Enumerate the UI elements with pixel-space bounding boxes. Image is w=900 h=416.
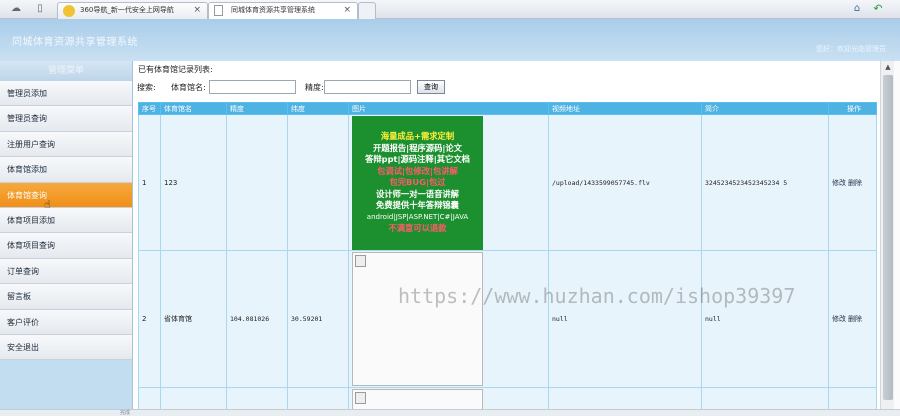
status-text: 完成: [120, 410, 131, 416]
cell-name: 省体育馆: [160, 250, 227, 388]
cell-video: null: [548, 250, 702, 388]
sidebar: 管理菜单 管理员添加 管理员查询 注册用户查询 体育馆添加 体育馆查询 ☝ 体育…: [0, 61, 133, 416]
col-header-lng: 精度: [226, 102, 288, 115]
broken-image-icon: [355, 392, 366, 404]
broken-image: [352, 252, 483, 386]
ad-line: 答辩ppt|源码注释|其它文档: [365, 154, 470, 165]
delete-link[interactable]: 删除: [848, 179, 862, 187]
table-row: 1 123 海量成品+需求定制 开题报告|程序源码|论文 答辩ppt|源码注释|…: [138, 114, 877, 251]
scroll-up-icon[interactable]: ▲: [881, 61, 895, 73]
cell-lng: [226, 114, 288, 251]
sidebar-item-sport-query[interactable]: 体育项目查询: [0, 233, 132, 259]
sidebar-item-reviews[interactable]: 客户评价: [0, 309, 132, 335]
sidebar-item-sport-add[interactable]: 体育项目添加: [0, 207, 132, 234]
stadium-table: 序号 体育馆名 精度 纬度 图片 视频地址 简介 操作 1 123 海量成品+需…: [138, 102, 877, 416]
broken-image-icon: [355, 255, 366, 267]
cell-ops: 修改 删除: [828, 250, 877, 388]
sidebar-item-user-query[interactable]: 注册用户查询: [0, 131, 132, 158]
tab-title: 360导航_新一代安全上网导航: [80, 6, 174, 14]
cell-name: 123: [160, 114, 227, 251]
close-icon[interactable]: ×: [193, 3, 201, 18]
ad-line: 开题报告|程序源码|论文: [372, 142, 463, 153]
main-content: 已有体育馆记录列表: 搜索: 体育馆名: 精度: 查询 序号 体育馆名 精度 纬…: [133, 61, 880, 416]
ad-line: android|JSP|ASP.NET|C#|JAVA: [366, 212, 469, 221]
lat-label: 精度:: [305, 83, 324, 92]
search-label: 搜索:: [137, 83, 156, 92]
lat-input[interactable]: [324, 80, 411, 94]
app-header: 同城体育资源共享管理系统 您好：欢迎光临管理员: [0, 19, 900, 61]
table-row: 2 省体育馆 104.081026 30.59201 null null 修改删…: [138, 250, 877, 388]
sidebar-item-label: 体育馆查询: [7, 190, 47, 200]
col-header-ops: 操作: [828, 102, 877, 115]
ad-line: 海量成品+需求定制: [380, 131, 455, 142]
360-logo-icon: [63, 5, 75, 17]
col-header-lat: 纬度: [287, 102, 349, 115]
name-label: 体育馆名:: [171, 83, 206, 92]
page-favicon: [214, 5, 223, 16]
app-title: 同城体育资源共享管理系统: [12, 37, 138, 48]
browser-tab-bar: ☁ ▯ 360导航_新一代安全上网导航 × 同城体育资源共享管理系统 × ⌂ ↶: [0, 0, 900, 19]
col-header-intro: 简介: [701, 102, 829, 115]
name-input[interactable]: [209, 80, 296, 94]
col-header-video: 视频地址: [548, 102, 702, 115]
table-header-row: 序号 体育馆名 精度 纬度 图片 视频地址 简介 操作: [138, 102, 877, 115]
scroll-thumb[interactable]: [883, 75, 893, 400]
ad-line: 设计师一对一语音讲解: [376, 188, 459, 199]
ad-line: 不满意可以退款: [388, 223, 447, 234]
cell-image: [348, 250, 549, 388]
vertical-scrollbar[interactable]: ▲: [880, 61, 894, 416]
sidebar-item-stadium-query[interactable]: 体育馆查询 ☝: [0, 182, 132, 211]
cell-lng: 104.081026: [226, 250, 288, 388]
close-icon[interactable]: ×: [343, 3, 351, 18]
ad-line: 包完BUG|包过: [389, 177, 446, 188]
sidebar-item-admin-query[interactable]: 管理员查询: [0, 106, 132, 132]
search-bar: 搜索: 体育馆名: 精度: 查询: [137, 79, 877, 97]
cell-image: 海量成品+需求定制 开题报告|程序源码|论文 答辩ppt|源码注释|其它文档 包…: [348, 114, 549, 251]
browser-tab-system[interactable]: 同城体育资源共享管理系统 ×: [208, 2, 358, 19]
delete-link[interactable]: 删除: [848, 315, 862, 323]
cloud-icon[interactable]: ☁: [10, 3, 22, 15]
home-icon[interactable]: ⌂: [851, 3, 863, 15]
cell-lat: [287, 114, 349, 251]
status-bar: 完成: [0, 409, 900, 416]
sidebar-item-logout[interactable]: 安全退出: [0, 334, 132, 361]
cell-no: 2: [138, 250, 161, 388]
ad-line: 免费提供十年答辩锦囊: [376, 200, 459, 211]
col-header-image: 图片: [348, 102, 549, 115]
sidebar-item-order-query[interactable]: 订单查询: [0, 258, 132, 285]
cell-intro: 3245234523452345234 5: [701, 114, 829, 251]
ad-image: 海量成品+需求定制 开题报告|程序源码|论文 答辩ppt|源码注释|其它文档 包…: [352, 116, 483, 250]
cell-no: 1: [138, 114, 161, 251]
edit-link[interactable]: 修改: [832, 179, 846, 187]
back-arrow-icon[interactable]: ↶: [872, 3, 884, 15]
welcome-text: 您好：欢迎光临管理员: [816, 45, 886, 53]
cell-video: /upload/1433599057745.flv: [548, 114, 702, 251]
search-button[interactable]: 查询: [417, 80, 445, 94]
col-header-name: 体育馆名: [160, 102, 227, 115]
sidebar-item-message-board[interactable]: 留言板: [0, 284, 132, 310]
cell-lat: 30.59201: [287, 250, 349, 388]
tab-title: 同城体育资源共享管理系统: [231, 6, 315, 14]
edit-link[interactable]: 修改: [832, 315, 846, 323]
menu-title: 管理菜单: [0, 61, 132, 81]
page-icon[interactable]: ▯: [34, 3, 46, 15]
col-header-no: 序号: [138, 102, 161, 115]
list-caption: 已有体育馆记录列表:: [138, 65, 213, 74]
ad-line: 包调试|包修改|包讲解: [377, 165, 458, 176]
browser-tab-360[interactable]: 360导航_新一代安全上网导航 ×: [57, 2, 208, 19]
sidebar-item-admin-add[interactable]: 管理员添加: [0, 81, 132, 107]
cell-ops: 修改 删除: [828, 114, 877, 251]
new-tab-button[interactable]: [358, 2, 376, 19]
sidebar-item-stadium-add[interactable]: 体育馆添加: [0, 157, 132, 183]
cell-intro: null: [701, 250, 829, 388]
